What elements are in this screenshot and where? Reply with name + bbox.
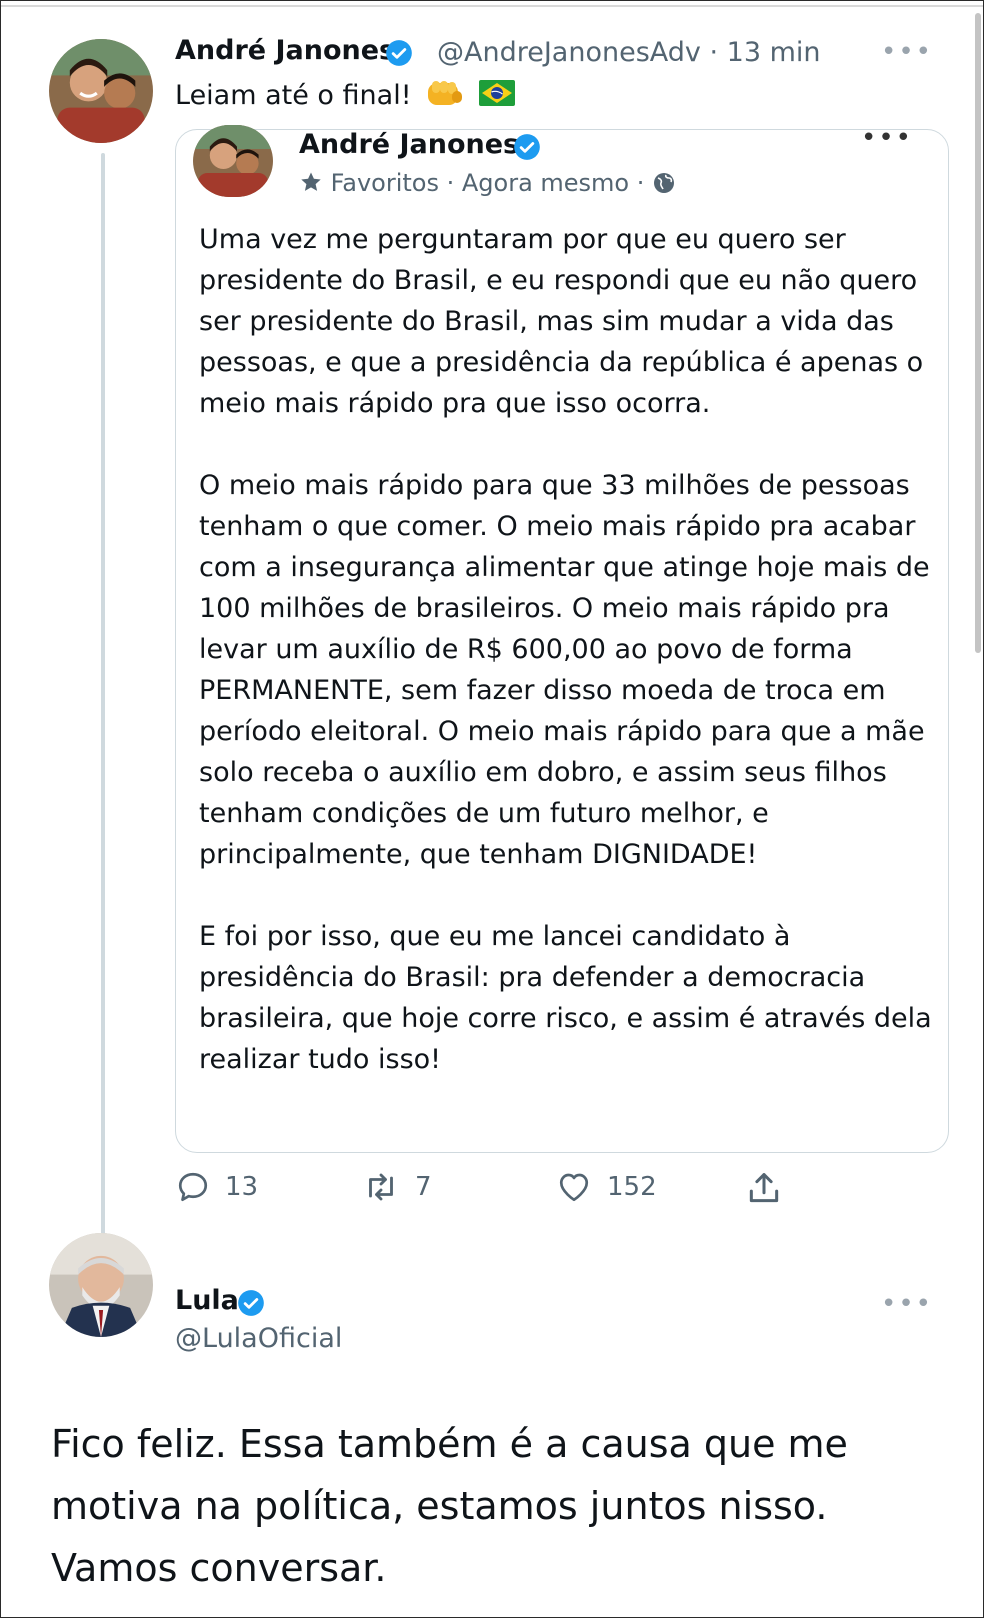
quoted-paragraph-2: O meio mais rápido para que 33 milhões d… [199,470,930,870]
scrollbar[interactable] [975,13,981,653]
screenshot-frame: André Janones @AndreJanonesAdv · 13 min … [0,0,984,1618]
fist-emoji-icon [426,77,464,116]
retweet-button[interactable]: 7 [361,1169,432,1205]
avatar-photo [49,39,153,143]
tweet-text: Leiam até o final! [175,77,515,116]
timestamp[interactable]: · 13 min [709,37,820,68]
reply-text: Fico feliz. Essa também é a causa que me… [51,1422,848,1590]
tweet-text-content: Leiam até o final! [175,80,412,111]
author-handle[interactable]: @AndreJanonesAdv · 13 min [437,37,821,68]
favorites-label[interactable]: Favoritos [331,169,439,197]
reply-avatar[interactable] [49,1233,153,1337]
reply-avatar-photo [49,1233,153,1337]
reply-author-handle[interactable]: @LulaOficial [175,1323,342,1354]
quoted-paragraph-3: E foi por isso, que eu me lancei candida… [199,921,932,1075]
handle-text[interactable]: @AndreJanonesAdv [437,37,701,68]
quoted-tweet-text: Uma vez me perguntaram por que eu quero … [199,219,939,1121]
reply-count: 13 [225,1172,259,1202]
brazil-flag-icon [478,80,515,113]
verified-badge-icon [385,39,413,71]
more-options-icon[interactable]: ••• [881,39,933,65]
quoted-author-name[interactable]: André Janones [299,129,519,160]
author-name[interactable]: André Janones [175,35,395,66]
reply-verified-badge-icon [237,1289,265,1321]
quoted-avatar-photo [193,125,273,197]
quoted-verified-badge-icon [513,133,541,165]
star-icon [299,170,323,200]
reply-more-options-icon[interactable]: ••• [881,1291,933,1317]
retweet-count: 7 [415,1172,432,1202]
reply-icon [178,1172,208,1202]
like-count: 152 [607,1172,657,1202]
quoted-avatar[interactable] [193,125,273,197]
like-button[interactable]: 152 [555,1169,657,1205]
top-divider [1,5,983,7]
quoted-timestamp[interactable]: · Agora mesmo · [447,169,645,197]
quoted-paragraph-1: Uma vez me perguntaram por que eu quero … [199,224,924,419]
heart-icon [559,1173,589,1202]
quoted-more-options-icon[interactable]: ••• [861,125,913,151]
share-button[interactable] [745,1169,797,1207]
tweet-actions: 13 7 152 [175,1169,815,1213]
share-icon [749,1173,779,1203]
avatar[interactable] [49,39,153,143]
globe-icon [652,171,676,201]
reply-button[interactable]: 13 [175,1169,258,1205]
reply-author-name[interactable]: Lula [175,1285,239,1316]
quoted-meta: Favoritos · Agora mesmo · [299,169,676,201]
thread-connector [101,153,105,1237]
retweet-icon [369,1173,393,1201]
